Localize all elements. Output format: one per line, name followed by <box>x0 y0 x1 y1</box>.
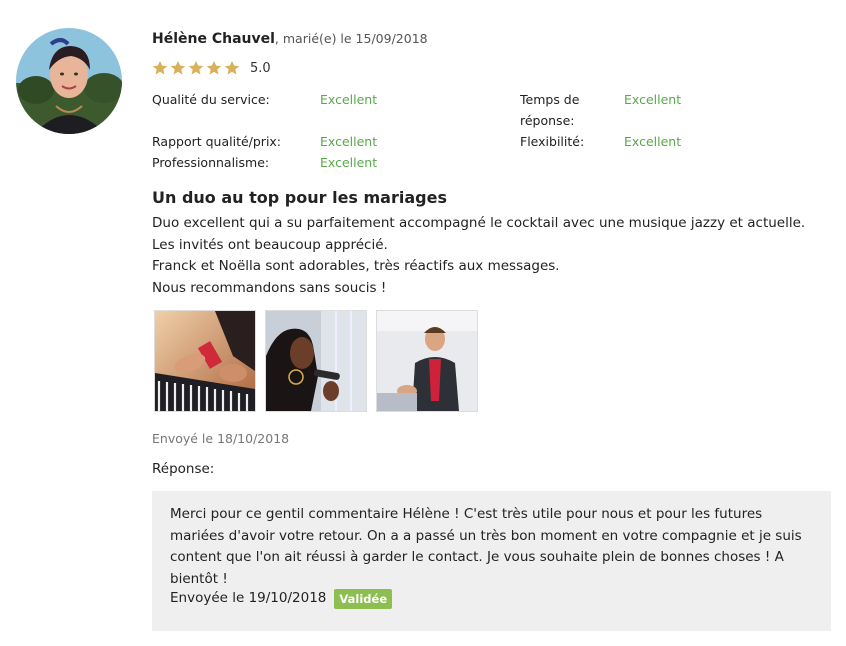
criterion-value: Excellent <box>624 134 682 149</box>
review-photo-thumbnail[interactable] <box>265 310 367 412</box>
review-meta: , marié(e) le 15/09/2018 <box>274 31 428 46</box>
star-icon <box>206 61 222 75</box>
review-photo-thumbnail[interactable] <box>376 310 478 412</box>
star-rating <box>152 60 240 76</box>
response-text: Merci pour ce gentil commentaire Hélène … <box>170 506 802 587</box>
review-photos <box>154 310 478 412</box>
criterion-label: Rapport qualité/prix: <box>152 134 282 149</box>
review-body: Duo excellent qui a su parfaitement acco… <box>152 213 832 299</box>
criterion-value: Excellent <box>624 92 682 107</box>
criterion-value: Excellent <box>320 155 378 170</box>
rating: 5.0 <box>152 60 271 76</box>
star-icon <box>152 61 168 75</box>
response-label: Réponse: <box>152 461 215 477</box>
star-icon <box>170 61 186 75</box>
criterion-value: Excellent <box>320 134 378 149</box>
review-photo-thumbnail[interactable] <box>154 310 256 412</box>
criterion-label: Qualité du service: <box>152 92 270 107</box>
response-footer: Envoyée le 19/10/2018 Validée <box>170 588 393 610</box>
review-sent-date: Envoyé le 18/10/2018 <box>152 431 290 446</box>
status-badge: Validée <box>334 588 393 609</box>
criterion-value: Excellent <box>320 92 378 107</box>
reviewer-avatar <box>16 28 122 134</box>
review-paragraph: Nous recommandons sans soucis ! <box>152 279 387 296</box>
review-paragraph: Franck et Noëlla sont adorables, très ré… <box>152 258 560 274</box>
review-title: Un duo au top pour les mariages <box>152 188 447 207</box>
review-paragraph: Duo excellent qui a su parfaitement acco… <box>152 215 806 253</box>
star-icon <box>224 61 240 75</box>
response-sent-date: Envoyée le 19/10/2018 <box>170 590 327 606</box>
criterion-label: Professionnalisme: <box>152 155 270 170</box>
review-header: Hélène Chauvel, marié(e) le 15/09/2018 <box>152 28 428 47</box>
rating-score: 5.0 <box>250 60 271 76</box>
star-icon <box>188 61 204 75</box>
reviewer-name[interactable]: Hélène Chauvel <box>152 31 275 47</box>
criterion-label: Flexibilité: <box>520 134 585 149</box>
criterion-label: Temps de réponse: <box>520 92 580 128</box>
response-box: Merci pour ce gentil commentaire Hélène … <box>152 491 831 631</box>
